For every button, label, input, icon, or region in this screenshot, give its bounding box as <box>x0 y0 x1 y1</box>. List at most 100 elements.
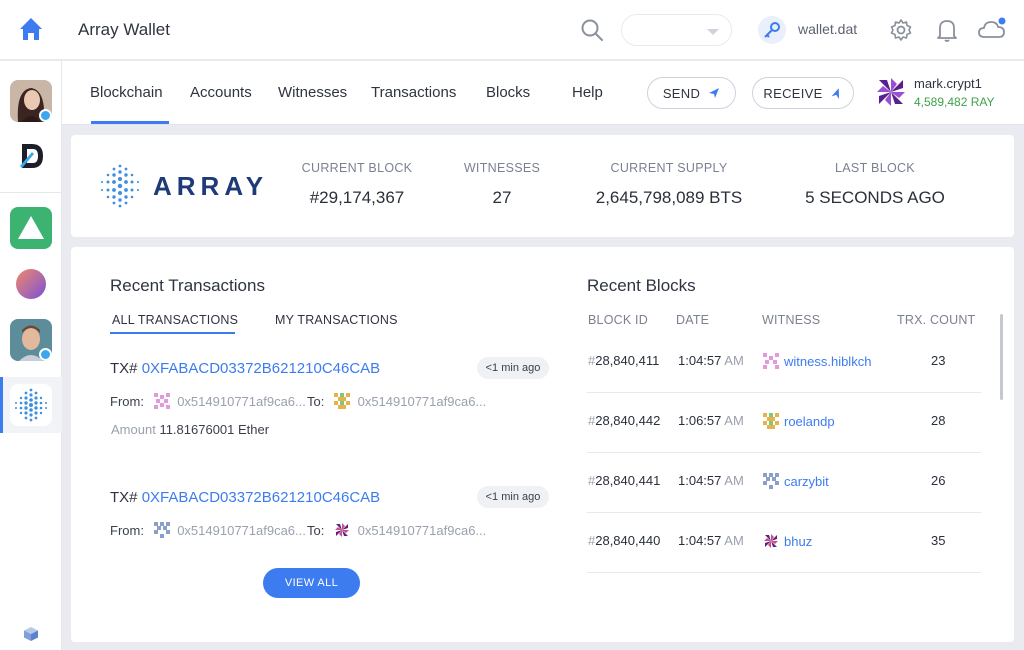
from-address-link[interactable]: 0x514910771af9ca6... <box>177 523 306 538</box>
to-address-link[interactable]: 0x514910771af9ca6... <box>358 523 487 538</box>
identicon-icon <box>333 522 350 538</box>
block-id: 28,840,441 <box>595 473 661 488</box>
block-id-cell[interactable]: #28,840,411 <box>588 353 659 368</box>
gradient-orb-icon <box>16 269 46 299</box>
block-id-cell[interactable]: #28,840,442 <box>588 413 660 428</box>
to-address-link[interactable]: 0x514910771af9ca6... <box>358 394 487 409</box>
block-time-ampm: AM <box>724 533 744 548</box>
table-row[interactable]: #28,840,411 1:04:57 AM witness.hiblkch 2… <box>587 333 981 393</box>
chain-stats-card: ARRAY CURRENT BLOCK #29,174,367 WITNESSE… <box>71 135 1014 237</box>
rail-divider <box>0 192 62 193</box>
user-name[interactable]: mark.crypt1 <box>914 76 982 91</box>
tab-my-transactions[interactable]: MY TRANSACTIONS <box>275 313 398 327</box>
witness-name: carzybit <box>784 474 829 489</box>
home-icon[interactable] <box>17 15 45 43</box>
block-time: 1:04:57 <box>678 353 722 368</box>
rail-app-array[interactable] <box>10 384 52 426</box>
witness-name: witness.hiblkch <box>784 354 872 369</box>
tx-hash-link[interactable]: 0XFABACD03372B621210C46CAB <box>142 489 381 506</box>
search-icon[interactable] <box>580 18 604 42</box>
d-logo-icon <box>20 144 43 168</box>
table-row[interactable]: #28,840,442 1:06:57 AM roelandp 28 <box>587 393 981 453</box>
view-all-button[interactable]: VIEW ALL <box>263 568 360 598</box>
send-button[interactable]: SEND <box>647 77 736 109</box>
witness-name: bhuz <box>784 534 813 549</box>
block-id-cell[interactable]: #28,840,440 <box>588 533 660 548</box>
block-id-cell[interactable]: #28,840,441 <box>588 473 660 488</box>
recent-blocks-title: Recent Blocks <box>587 276 696 295</box>
block-time-ampm: AM <box>724 353 744 368</box>
receive-button-label: RECEIVE <box>763 85 823 101</box>
receive-button[interactable]: RECEIVE <box>752 77 854 109</box>
tab-witnesses[interactable]: Witnesses <box>278 84 347 101</box>
tab-blocks[interactable]: Blocks <box>486 84 530 101</box>
send-arrow-icon <box>709 88 720 98</box>
rail-app-triangle[interactable] <box>10 207 52 249</box>
rail-app-orb[interactable] <box>10 263 52 305</box>
rail-app-d[interactable] <box>10 135 52 177</box>
triangle-logo-icon <box>18 216 44 239</box>
block-id: 28,840,411 <box>595 353 660 368</box>
stat-witnesses-label: WITNESSES <box>463 161 541 175</box>
tx-amount: Amount 11.81676001 Ether <box>111 422 269 437</box>
app-rail <box>0 61 62 650</box>
witness-cell[interactable]: roelandp <box>763 413 835 429</box>
stat-last-block-label: LAST BLOCK <box>835 161 915 175</box>
identicon-icon <box>153 522 170 538</box>
stat-last-block-value: 5 SECONDS AGO <box>805 188 945 207</box>
col-block-id: BLOCK ID <box>588 313 648 327</box>
message-badge-icon <box>39 348 52 361</box>
cloud-icon[interactable] <box>977 16 1007 40</box>
from-label: From: <box>110 523 144 538</box>
top-bar: Array Wallet wallet.dat <box>0 0 1024 60</box>
blocks-scrollbar[interactable] <box>1000 314 1003 400</box>
from-address-link[interactable]: 0x514910771af9ca6... <box>177 394 306 409</box>
network-select[interactable] <box>621 14 732 46</box>
tab-accounts[interactable]: Accounts <box>190 84 252 101</box>
key-icon <box>764 22 780 38</box>
tab-transactions[interactable]: Transactions <box>371 84 456 101</box>
tx-item: TX# 0XFABACD03372B621210C46CAB <box>110 489 380 506</box>
table-row[interactable]: #28,840,440 1:04:57 AM bhuz 35 <box>587 513 981 573</box>
tx-addresses: From: 0x514910771af9ca6... <box>110 393 306 409</box>
block-id: 28,840,442 <box>595 413 661 428</box>
wallet-file-name[interactable]: wallet.dat <box>798 21 857 37</box>
active-tab-underline <box>91 121 169 124</box>
witness-cell[interactable]: carzybit <box>763 473 829 489</box>
block-time-ampm: AM <box>724 473 744 488</box>
bell-icon[interactable] <box>935 17 959 43</box>
app-title: Array Wallet <box>78 20 170 39</box>
tx-label: TX# <box>110 489 138 506</box>
wallet-file-badge[interactable] <box>758 16 786 44</box>
witness-cell[interactable]: bhuz <box>763 533 812 549</box>
recent-transactions-title: Recent Transactions <box>110 276 265 295</box>
col-date: DATE <box>676 313 710 327</box>
witness-cell[interactable]: witness.hiblkch <box>763 353 871 369</box>
col-trx-count: TRX. COUNT <box>897 313 976 327</box>
user-avatar[interactable] <box>875 76 907 108</box>
amount-label: Amount <box>111 422 156 437</box>
gear-icon[interactable] <box>889 18 913 42</box>
block-id: 28,840,440 <box>595 533 661 548</box>
cube-icon[interactable] <box>23 626 39 642</box>
receive-arrow-icon <box>831 88 839 99</box>
tx-label: TX# <box>110 360 138 377</box>
tab-all-transactions[interactable]: ALL TRANSACTIONS <box>112 313 238 327</box>
block-time: 1:06:57 <box>678 413 722 428</box>
array-logo-icon <box>15 388 47 422</box>
stat-supply-label: CURRENT SUPPLY <box>610 161 728 175</box>
user-identicon-icon <box>875 76 907 108</box>
identicon-icon <box>763 413 779 429</box>
table-row[interactable]: #28,840,441 1:04:57 AM carzybit 26 <box>587 453 981 513</box>
tab-blockchain[interactable]: Blockchain <box>90 84 163 101</box>
block-time: 1:04:57 <box>678 473 722 488</box>
trx-count-cell: 35 <box>931 533 946 548</box>
chevron-down-icon <box>707 29 719 35</box>
col-witness: WITNESS <box>762 313 821 327</box>
tx-time-badge: <1 min ago <box>477 357 549 379</box>
stat-witnesses-value: 27 <box>492 188 512 207</box>
array-logo-text: ARRAY <box>153 171 269 201</box>
tx-hash-link[interactable]: 0XFABACD03372B621210C46CAB <box>142 360 381 377</box>
tab-help[interactable]: Help <box>572 84 603 101</box>
message-badge-icon <box>39 109 52 122</box>
